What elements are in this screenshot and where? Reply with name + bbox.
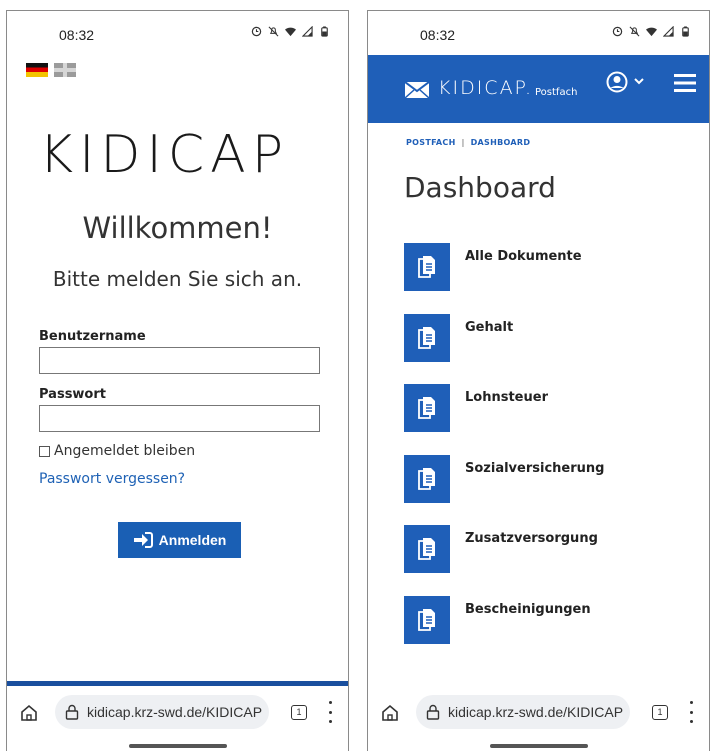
login-subtitle: Bitte melden Sie sich an. xyxy=(52,267,303,291)
remember-me-checkbox[interactable] xyxy=(39,445,50,457)
login-button-label: Anmelden xyxy=(158,532,227,548)
mute-icon xyxy=(629,26,640,37)
envelope-icon xyxy=(405,82,429,98)
kidicap-logo: KIDICAP xyxy=(39,125,290,185)
sign-in-icon xyxy=(133,532,153,548)
list-item[interactable]: Bescheinigungen xyxy=(404,595,694,667)
tab-switcher-button[interactable]: 1 xyxy=(652,705,668,720)
document-tile[interactable] xyxy=(404,454,450,503)
url-text: kidicap.krz-swd.de/KIDICAP xyxy=(448,704,624,720)
page-title: Dashboard xyxy=(404,171,556,204)
gesture-bar xyxy=(490,744,588,748)
user-account-icon[interactable] xyxy=(606,71,628,93)
documents-icon xyxy=(418,326,435,349)
hamburger-menu-icon[interactable] xyxy=(674,73,696,93)
breadcrumb-dashboard: DASHBOARD xyxy=(470,138,531,147)
tab-switcher-button[interactable]: 1 xyxy=(291,705,307,720)
remember-me-row[interactable]: Angemeldet bleiben xyxy=(39,443,195,459)
flag-german-icon[interactable] xyxy=(26,63,48,77)
app-brand-sub: Postfach xyxy=(535,87,578,98)
address-bar[interactable]: kidicap.krz-swd.de/KIDICAP xyxy=(55,695,269,729)
battery-icon xyxy=(682,26,689,37)
document-tile[interactable] xyxy=(404,313,450,362)
password-input[interactable] xyxy=(39,405,320,432)
document-tile[interactable] xyxy=(404,595,450,644)
app-header: KIDICAP. Postfach xyxy=(368,55,709,123)
document-tile[interactable] xyxy=(404,243,450,291)
alarm-icon xyxy=(612,26,623,37)
list-item[interactable]: Lohnsteuer xyxy=(404,384,694,455)
home-icon[interactable] xyxy=(380,703,400,723)
mute-icon xyxy=(268,26,279,37)
documents-icon xyxy=(418,256,435,278)
app-brand[interactable]: KIDICAP. xyxy=(438,77,533,99)
forgot-password-link[interactable]: Passwort vergessen? xyxy=(39,471,185,487)
documents-icon xyxy=(418,467,435,490)
welcome-heading: Willkommen! xyxy=(82,211,273,245)
home-icon[interactable] xyxy=(19,703,39,723)
list-item[interactable]: Zusatzversorgung xyxy=(404,525,694,596)
documents-icon xyxy=(418,397,435,419)
flag-english-icon[interactable] xyxy=(54,63,76,77)
alarm-icon xyxy=(251,26,262,37)
status-icons xyxy=(612,26,691,37)
signal-icon xyxy=(302,26,313,37)
list-item-label[interactable]: Gehalt xyxy=(465,320,513,335)
list-item-label[interactable]: Lohnsteuer xyxy=(465,390,548,405)
list-item[interactable]: Alle Dokumente xyxy=(404,243,694,314)
breadcrumb-separator: | xyxy=(461,138,465,147)
login-phone-screen: 08:32 KIDICAP Willkommen! Bitte melden S… xyxy=(6,10,349,751)
username-label: Benutzername xyxy=(39,329,146,344)
status-bar: 08:32 xyxy=(368,11,709,55)
status-bar: 08:32 xyxy=(7,11,348,55)
breadcrumb: POSTFACH | DASHBOARD xyxy=(406,138,530,147)
document-tile[interactable] xyxy=(404,525,450,573)
browser-menu-icon[interactable] xyxy=(690,701,694,723)
list-item-label[interactable]: Sozialversicherung xyxy=(465,461,604,476)
documents-icon xyxy=(418,608,435,631)
list-item[interactable]: Sozialversicherung xyxy=(404,454,694,526)
wifi-icon xyxy=(646,27,657,37)
address-bar[interactable]: kidicap.krz-swd.de/KIDICAP xyxy=(416,695,630,729)
password-label: Passwort xyxy=(39,387,106,402)
url-text: kidicap.krz-swd.de/KIDICAP xyxy=(87,704,263,720)
list-item-label[interactable]: Bescheinigungen xyxy=(465,602,591,617)
lock-icon xyxy=(426,704,440,720)
document-category-list: Alle Dokumente Gehalt Lohnsteuer Sozialv… xyxy=(404,243,694,666)
remember-me-label: Angemeldet bleiben xyxy=(54,443,196,459)
document-tile[interactable] xyxy=(404,384,450,432)
battery-icon xyxy=(321,26,328,37)
username-input[interactable] xyxy=(39,347,320,374)
browser-toolbar: kidicap.krz-swd.de/KIDICAP 1 xyxy=(7,689,348,737)
documents-icon xyxy=(418,538,435,560)
dashboard-phone-screen: 08:32 KIDICAP. Postfach POSTFACH | DASHBOA… xyxy=(367,10,710,751)
signal-icon xyxy=(663,26,674,37)
browser-menu-icon[interactable] xyxy=(329,701,333,723)
login-button[interactable]: Anmelden xyxy=(118,522,241,558)
list-item-label[interactable]: Alle Dokumente xyxy=(465,249,582,264)
browser-toolbar: kidicap.krz-swd.de/KIDICAP 1 xyxy=(368,689,709,737)
footer-accent-bar xyxy=(7,681,348,686)
language-switcher xyxy=(26,63,76,77)
lock-icon xyxy=(65,704,79,720)
status-time: 08:32 xyxy=(59,27,95,43)
list-item-label[interactable]: Zusatzversorgung xyxy=(465,531,598,546)
status-icons xyxy=(251,26,330,37)
chevron-down-icon[interactable] xyxy=(634,77,644,85)
status-time: 08:32 xyxy=(420,27,456,43)
wifi-icon xyxy=(285,27,296,37)
breadcrumb-postfach[interactable]: POSTFACH xyxy=(406,138,456,147)
gesture-bar xyxy=(129,744,227,748)
list-item[interactable]: Gehalt xyxy=(404,313,694,385)
